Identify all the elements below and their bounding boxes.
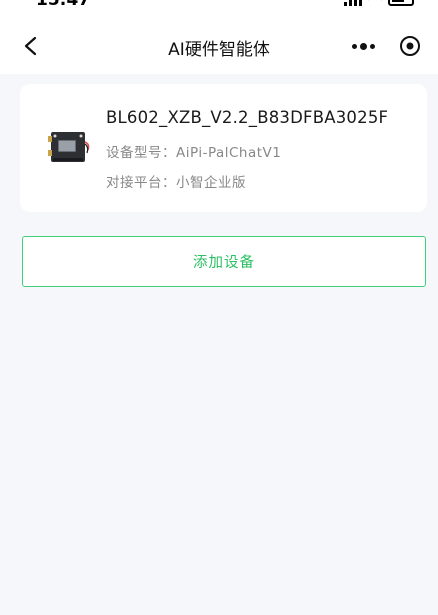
target-icon[interactable] xyxy=(400,36,420,56)
device-platform-value: 小智企业版 xyxy=(176,175,246,191)
device-model-value: AiPi-PalChatV1 xyxy=(176,145,282,161)
more-dots-icon[interactable] xyxy=(352,42,375,50)
device-name: BL602_XZB_V2.2_B83DFBA3025F xyxy=(106,108,389,127)
signal-icon xyxy=(344,0,362,6)
device-model-label: 设备型号： xyxy=(106,145,176,161)
device-model: 设备型号：AiPi-PalChatV1 xyxy=(106,141,281,161)
status-bar: 15:47 xyxy=(0,0,438,18)
device-card[interactable]: BL602_XZB_V2.2_B83DFBA3025F 设备型号：AiPi-Pa… xyxy=(20,84,427,212)
add-device-button[interactable]: 添加设备 xyxy=(22,236,426,287)
nav-bar: AI硬件智能体 xyxy=(0,18,438,74)
mini-program-capsule xyxy=(342,32,426,60)
status-icons xyxy=(344,0,414,6)
wifi-icon xyxy=(368,0,382,4)
device-board-icon xyxy=(48,132,90,162)
device-platform: 对接平台：小智企业版 xyxy=(106,171,246,191)
battery-icon xyxy=(388,0,414,6)
device-platform-label: 对接平台： xyxy=(106,175,176,191)
status-time: 15:47 xyxy=(36,0,91,10)
